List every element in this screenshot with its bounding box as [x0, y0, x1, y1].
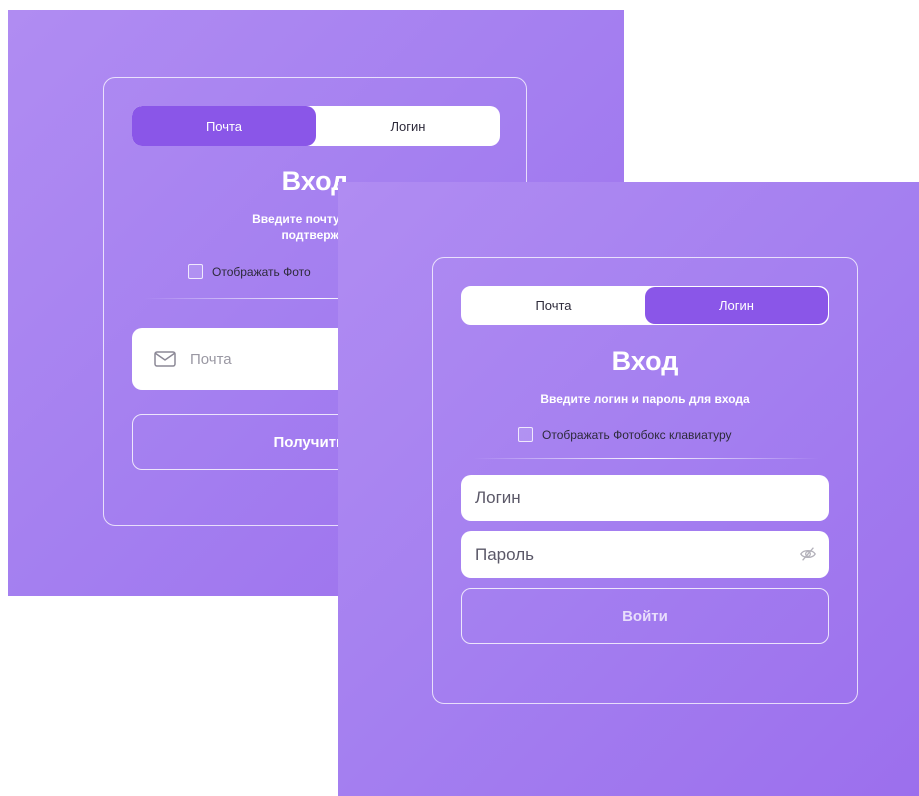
keyboard-option: Отображать Фото [188, 264, 311, 279]
mail-icon [154, 351, 176, 367]
login-input-placeholder: Логин [475, 488, 521, 507]
eye-off-icon[interactable] [799, 545, 817, 563]
login-method-tabs: Почта Логин [132, 106, 500, 146]
login-card: Почта Логин Вход Введите логин и пароль … [432, 257, 858, 704]
keyboard-option: Отображать Фотобокс клавиатуру [518, 427, 732, 442]
page-subtitle: Введите логин и пароль для входа [540, 392, 750, 406]
password-input-placeholder: Пароль [475, 544, 534, 564]
keyboard-checkbox[interactable] [518, 427, 533, 442]
tab-email[interactable]: Почта [462, 287, 645, 324]
email-input-placeholder: Почта [190, 350, 232, 368]
login-input[interactable]: Логин [461, 475, 829, 521]
login-password-panel: Почта Логин Вход Введите логин и пароль … [338, 182, 919, 796]
login-method-tabs: Почта Логин [461, 286, 829, 325]
login-button[interactable]: Войти [461, 588, 829, 644]
divider [473, 458, 819, 459]
keyboard-checkbox-label: Отображать Фото [212, 264, 311, 279]
tab-email[interactable]: Почта [132, 106, 316, 146]
keyboard-checkbox[interactable] [188, 264, 203, 279]
tab-login[interactable]: Логин [316, 106, 500, 146]
password-input[interactable]: Пароль [461, 531, 829, 578]
page-title: Вход [611, 346, 679, 376]
tab-login[interactable]: Логин [645, 287, 828, 324]
keyboard-checkbox-label: Отображать Фотобокс клавиатуру [542, 427, 732, 442]
